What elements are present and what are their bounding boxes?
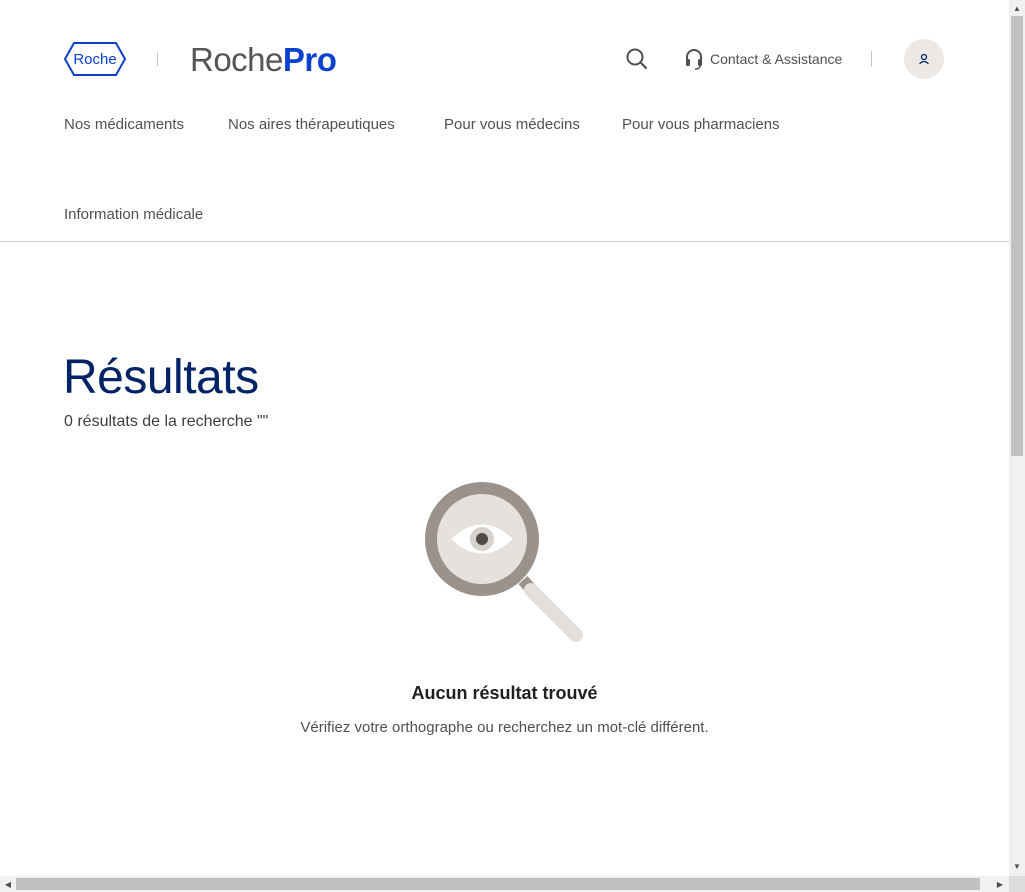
nav-item-medicaments[interactable]: Nos médicaments (64, 116, 184, 133)
nav-item-information-medicale[interactable]: Information médicale (64, 206, 203, 223)
logo-separator (157, 52, 158, 66)
rochepro-brand[interactable]: RochePro (190, 38, 337, 82)
scroll-right-arrow-icon[interactable]: ▶ (994, 878, 1006, 890)
contact-label: Contact & Assistance (710, 51, 843, 67)
header-divider (0, 241, 1009, 242)
empty-state-text: Vérifiez votre orthographe ou recherchez… (300, 719, 709, 736)
scrollbar-corner (1009, 876, 1025, 892)
contact-assistance-link[interactable]: Contact & Assistance (684, 47, 842, 71)
brand-part-pro: Pro (282, 41, 337, 78)
horizontal-scrollbar-thumb[interactable] (16, 878, 980, 890)
scroll-down-arrow-icon[interactable]: ▼ (1011, 860, 1023, 872)
vertical-scrollbar-thumb[interactable] (1011, 16, 1023, 456)
search-icon (626, 48, 648, 70)
nav-item-pharmaciens[interactable]: Pour vous pharmaciens (622, 116, 780, 133)
search-button[interactable] (624, 46, 650, 72)
scroll-up-arrow-icon[interactable]: ▲ (1011, 2, 1023, 14)
empty-state-title: Aucun résultat trouvé (411, 683, 598, 703)
roche-logo[interactable]: Roche (63, 42, 127, 76)
header-separator (871, 51, 872, 67)
svg-text:Roche: Roche (73, 51, 116, 68)
results-summary: 0 résultats de la recherche "" (64, 413, 269, 430)
page-title: Résultats (63, 351, 259, 404)
account-button[interactable] (904, 39, 944, 79)
page: Roche RochePro Contact & Assistance Nos … (0, 0, 1009, 876)
nav-item-aires-therapeutiques[interactable]: Nos aires thérapeutiques (228, 116, 395, 133)
user-icon (919, 53, 929, 65)
magnifier-eye-illustration (423, 480, 587, 646)
nav-item-medecins[interactable]: Pour vous médecins (444, 116, 580, 133)
scroll-left-arrow-icon[interactable]: ◀ (2, 878, 14, 890)
headset-icon (686, 49, 702, 70)
brand-part-roche: Roche (190, 41, 283, 78)
